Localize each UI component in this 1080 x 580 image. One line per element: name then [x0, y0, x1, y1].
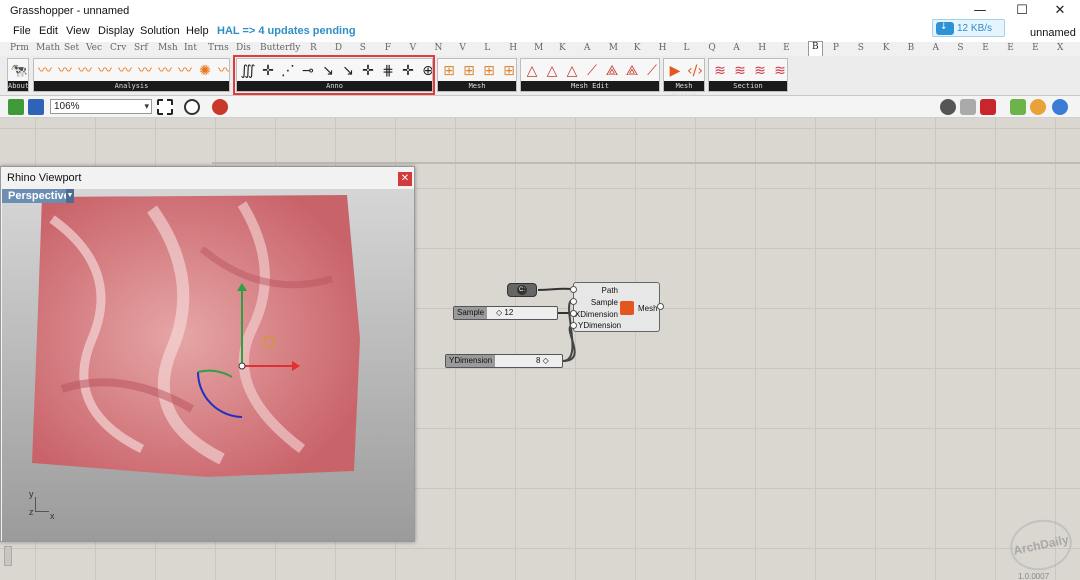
path-param-icon: C:	[517, 285, 527, 295]
axis-y-line	[35, 497, 36, 511]
input-sample[interactable]: Sample	[591, 298, 618, 307]
watermark-text: ArchDaily	[1012, 532, 1070, 558]
grasshopper-window: { "window":{"title":"Grasshopper - unnam…	[0, 0, 1080, 580]
input-grip[interactable]	[570, 298, 577, 305]
wire-path	[537, 287, 574, 291]
wire-ydim-1	[562, 299, 574, 362]
ydimension-slider[interactable]: YDimension 8 ◇	[445, 354, 563, 368]
output-grip[interactable]	[657, 303, 664, 310]
input-grip[interactable]	[570, 286, 577, 293]
axis-z-label: z	[29, 507, 34, 517]
version-label: 1.0.0007	[1018, 572, 1050, 580]
rhino-viewport-window[interactable]: Rhino Viewport ✕ Perspective ▼ y z x	[0, 166, 415, 542]
path-parameter[interactable]: C:	[507, 283, 537, 297]
input-ydimension[interactable]: YDimension	[578, 321, 621, 330]
output-mesh[interactable]: Mesh	[638, 304, 658, 313]
mesh-component-icon	[620, 301, 634, 315]
viewport-title: Rhino Viewport	[7, 172, 82, 184]
axis-x-line	[35, 511, 49, 512]
mesh-component[interactable]: Path Sample XDimension YDimension Mesh	[573, 282, 660, 332]
axis-y-label: y	[29, 489, 34, 499]
input-grip[interactable]	[570, 310, 577, 317]
slider-name: YDimension	[446, 355, 496, 367]
slider-name: Sample	[454, 307, 488, 319]
viewport-close-button[interactable]: ✕	[398, 172, 412, 186]
input-xdimension[interactable]: XDimension	[575, 310, 618, 319]
input-path[interactable]: Path	[602, 286, 618, 295]
slider-value[interactable]: 8 ◇	[536, 355, 549, 367]
axis-x-label: x	[50, 511, 55, 521]
terrain-surface	[32, 195, 360, 477]
input-grip[interactable]	[570, 322, 577, 329]
viewport-scene[interactable]: Perspective ▼ y z x	[2, 189, 414, 541]
terrain-mesh	[32, 195, 360, 477]
view-name: Perspective	[8, 190, 70, 202]
slider-value[interactable]: ◇ 12	[496, 307, 513, 319]
viewport-view-label[interactable]: Perspective ▼	[2, 189, 74, 203]
sample-slider[interactable]: Sample ◇ 12	[453, 306, 558, 320]
chevron-down-icon[interactable]: ▼	[66, 189, 74, 203]
